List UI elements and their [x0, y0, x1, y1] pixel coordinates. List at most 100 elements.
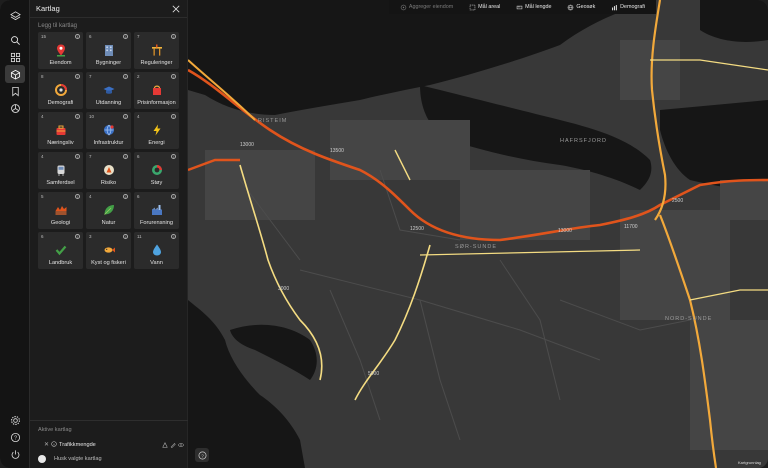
place-label-4: RISTEIM — [258, 118, 287, 124]
logo-icon[interactable] — [5, 6, 25, 24]
toolbar-item-label: Aggreger eiendom — [408, 4, 454, 10]
toolbar-item-label: Mål areal — [478, 4, 501, 10]
layer-tile-bygninger[interactable]: 6 i Bygninger — [86, 32, 131, 69]
info-icon[interactable]: i — [171, 74, 176, 79]
info-icon[interactable]: i — [123, 34, 128, 39]
map-help-button[interactable]: ? — [195, 448, 209, 462]
close-icon[interactable] — [171, 4, 181, 14]
place-label-1: HAFRSFJORD — [560, 138, 607, 144]
info-icon[interactable]: i — [123, 114, 128, 119]
map-toolbar: Aggreger eiendom Mål areal Mål lengde Geosø… — [389, 0, 656, 14]
toolbar-measure-area-button[interactable]: Mål areal — [469, 4, 500, 11]
info-icon[interactable]: i — [123, 234, 128, 239]
tile-count: 7 — [89, 74, 92, 79]
remember-layers-row[interactable]: Husk valgte kartlag — [38, 455, 102, 463]
info-icon[interactable]: i — [171, 194, 176, 199]
info-icon[interactable]: i — [171, 34, 176, 39]
layer-tile-energi[interactable]: 4 i Energi — [134, 112, 179, 149]
education-icon — [103, 86, 114, 94]
grid-icon[interactable] — [5, 48, 25, 66]
layer-tile-natur[interactable]: 4 i Natur — [86, 192, 131, 229]
layer-tile-utdanning[interactable]: 7 i Utdanning — [86, 72, 131, 109]
bookmark-icon[interactable] — [5, 82, 25, 100]
layer-info-icon[interactable] — [51, 440, 57, 449]
active-layer-row[interactable]: ✕ Trafikkmengde — [44, 440, 184, 449]
layer-tile-støy[interactable]: 6 i Støy — [134, 152, 179, 189]
info-icon[interactable]: i — [75, 194, 80, 199]
traffic-label-8: 3000 — [278, 286, 289, 292]
help-icon[interactable]: ? — [5, 428, 25, 446]
traffic-label-4: 13000 — [558, 228, 572, 234]
tile-count: 10 — [89, 114, 95, 119]
active-layers-title: Aktive kartlag — [38, 427, 72, 433]
layer-tile-demografi[interactable]: 8 i Demografi — [38, 72, 83, 109]
help-circle-icon: ? — [198, 451, 206, 459]
building-icon — [104, 45, 113, 56]
tile-label: Infrastruktur — [93, 140, 124, 146]
remember-layers-toggle[interactable] — [38, 455, 46, 463]
toolbar-aggregate-button[interactable]: Aggreger eiendom — [400, 4, 453, 11]
settings-icon[interactable] — [5, 411, 25, 429]
layer-tile-infrastruktur[interactable]: 10 i Infrastruktur — [86, 112, 131, 149]
layer-tile-landbruk[interactable]: 6 i Landbruk — [38, 232, 83, 269]
tile-count: 4 — [41, 154, 44, 159]
leaf-icon — [103, 205, 114, 215]
layer-tile-forurensning[interactable]: 6 i Forurensning — [134, 192, 179, 229]
toolbar-item-label: Mål lengde — [525, 4, 552, 10]
svg-text:?: ? — [13, 435, 16, 441]
tile-label: Samferdsel — [46, 180, 75, 186]
info-icon[interactable]: i — [171, 234, 176, 239]
traffic-label-6: 2500 — [672, 198, 683, 204]
tile-count: 4 — [137, 114, 140, 119]
zoning-icon — [151, 44, 162, 56]
search-icon[interactable] — [5, 31, 25, 49]
active-layer-label: Trafikkmengde — [59, 441, 96, 448]
info-icon[interactable]: i — [75, 74, 80, 79]
tile-label: Eiendom — [49, 60, 72, 66]
map-attribution: Kartgrunnlag — [738, 460, 761, 465]
toolbar-globe-button[interactable]: Geosøk — [567, 4, 595, 11]
place-label-2: SØR-SUNDE — [455, 244, 497, 250]
tile-label: Støy — [150, 180, 163, 186]
layer-tile-reguleringer[interactable]: 7 i Reguleringer — [134, 32, 179, 69]
layer-tile-kyst-og-fiskeri[interactable]: 3 i Kyst og fiskeri — [86, 232, 131, 269]
toolbar-measure-length-button[interactable]: Mål lengde — [516, 4, 552, 11]
layer-tile-næringsliv[interactable]: 4 i Næringsliv — [38, 112, 83, 149]
cube-icon[interactable] — [5, 99, 25, 117]
edit-icon[interactable] — [170, 442, 176, 448]
visibility-icon[interactable] — [178, 442, 184, 448]
fish-icon — [104, 247, 115, 253]
layer-tile-risiko[interactable]: 7 i Risiko — [86, 152, 131, 189]
info-icon[interactable]: i — [123, 194, 128, 199]
tile-count: 6 — [137, 194, 140, 199]
legend-icon[interactable] — [162, 441, 168, 448]
bar-chart-icon — [612, 4, 618, 10]
info-icon[interactable]: i — [171, 154, 176, 159]
layer-tile-eiendom[interactable]: 15 i Eiendom — [38, 32, 83, 69]
noise-gauge-icon — [151, 165, 162, 175]
info-icon[interactable]: i — [75, 114, 80, 119]
traffic-label-5: 11700 — [624, 224, 638, 230]
tile-label: Energi — [148, 140, 165, 146]
panel-header: Kartlag — [30, 0, 187, 18]
tile-count: 8 — [41, 74, 44, 79]
layer-tile-vann[interactable]: 11 i Vann — [134, 232, 179, 269]
layer-tile-prisinformasjon[interactable]: 2 i Prisinformasjon — [134, 72, 179, 109]
power-icon[interactable] — [5, 445, 25, 463]
app-window: 13000 13500 12500 13000 11700 2500 5000 … — [0, 0, 768, 468]
info-icon[interactable]: i — [123, 154, 128, 159]
traffic-label-2: 13500 — [330, 148, 344, 154]
layers-icon[interactable] — [5, 65, 25, 83]
info-icon[interactable]: i — [123, 74, 128, 79]
remember-layers-label: Husk valgte kartlag — [54, 456, 102, 462]
toolbar-bar-chart-button[interactable]: Demografi — [611, 4, 645, 11]
info-icon[interactable]: i — [75, 34, 80, 39]
layer-tile-geologi[interactable]: 5 i Geologi — [38, 192, 83, 229]
info-icon[interactable]: i — [75, 154, 80, 159]
info-icon[interactable]: i — [171, 114, 176, 119]
demography-icon — [54, 84, 67, 96]
tile-count: 5 — [41, 194, 44, 199]
remove-layer-icon[interactable]: ✕ — [44, 441, 51, 448]
layer-tile-samferdsel[interactable]: 4 i Samferdsel — [38, 152, 83, 189]
info-icon[interactable]: i — [75, 234, 80, 239]
